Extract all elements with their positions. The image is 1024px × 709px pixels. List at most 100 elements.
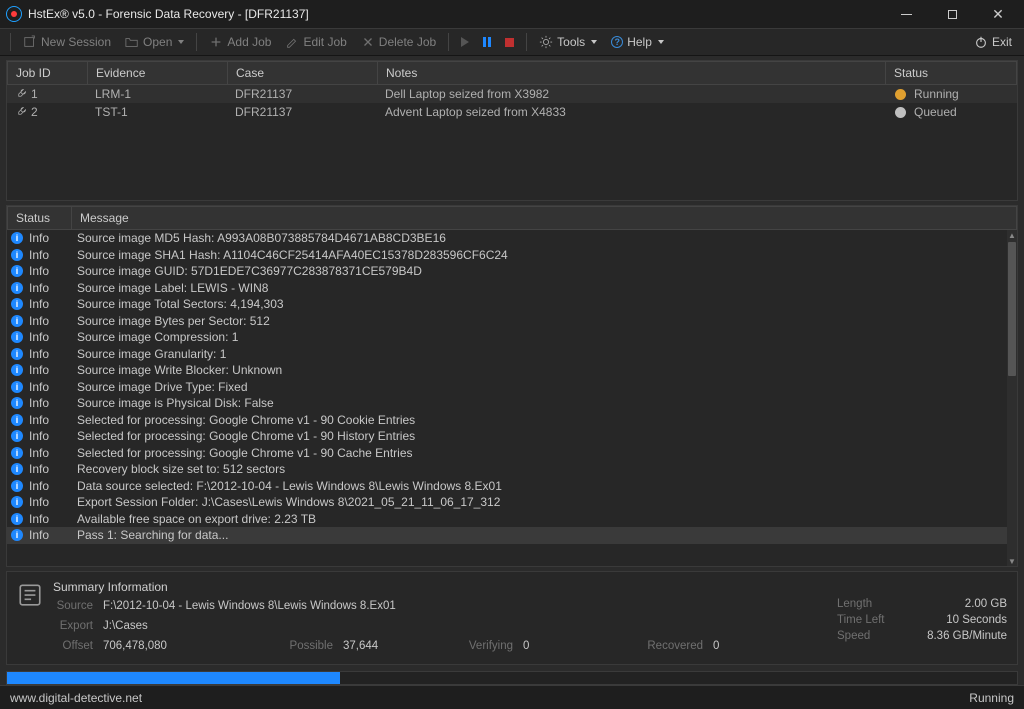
log-status: Info	[29, 528, 77, 542]
log-row[interactable]: iInfoSource image GUID: 57D1EDE7C36977C2…	[7, 263, 1007, 280]
help-label: Help	[627, 35, 652, 49]
info-icon: i	[11, 232, 23, 244]
col-log-status[interactable]: Status	[8, 207, 72, 229]
x-icon	[361, 35, 375, 49]
tools-menu[interactable]: Tools	[533, 32, 603, 52]
maximize-icon	[948, 10, 957, 19]
job-status: Running	[914, 87, 959, 101]
minimize-button[interactable]	[892, 4, 920, 24]
log-row[interactable]: iInfoSource image Total Sectors: 4,194,3…	[7, 296, 1007, 313]
log-row[interactable]: iInfoSource image SHA1 Hash: A1104C46CF2…	[7, 247, 1007, 264]
log-message: Source image Bytes per Sector: 512	[77, 314, 270, 328]
log-row[interactable]: iInfoSource image is Physical Disk: Fals…	[7, 395, 1007, 412]
log-message: Source image Label: LEWIS - WIN8	[77, 281, 268, 295]
open-button[interactable]: Open	[119, 32, 190, 52]
log-row[interactable]: iInfoExport Session Folder: J:\Cases\Lew…	[7, 494, 1007, 511]
log-row[interactable]: i InfoSource image Label: LEWIS - WIN8	[7, 280, 1007, 297]
recovered-value: 0	[713, 640, 719, 652]
log-message: Source image Compression: 1	[77, 330, 238, 344]
delete-job-button[interactable]: Delete Job	[355, 32, 442, 52]
scroll-down-icon[interactable]: ▼	[1007, 556, 1017, 566]
info-icon: i	[11, 331, 23, 343]
job-notes: Dell Laptop seized from X3982	[385, 87, 549, 101]
job-row[interactable]: 2TST-1DFR21137Advent Laptop seized from …	[7, 103, 1017, 121]
log-row[interactable]: iInfoSelected for processing: Google Chr…	[7, 412, 1007, 429]
pencil-icon	[285, 35, 299, 49]
log-message: Source image Total Sectors: 4,194,303	[77, 297, 284, 311]
scroll-up-icon[interactable]: ▲	[1007, 230, 1017, 240]
new-session-button[interactable]: New Session	[17, 32, 117, 52]
timeleft-value: 10 Seconds	[946, 614, 1007, 626]
edit-job-button[interactable]: Edit Job	[279, 32, 352, 52]
log-message: Selected for processing: Google Chrome v…	[77, 413, 415, 427]
log-row[interactable]: iInfoRecovery block size set to: 512 sec…	[7, 461, 1007, 478]
log-status: Info	[29, 231, 77, 245]
summary-panel: Summary Information Source F:\2012-10-04…	[6, 571, 1018, 665]
log-row[interactable]: iInfoSource image Drive Type: Fixed	[7, 379, 1007, 396]
info-icon: i	[11, 348, 23, 360]
log-row[interactable]: iInfoSource image Compression: 1	[7, 329, 1007, 346]
maximize-button[interactable]	[938, 4, 966, 24]
col-status[interactable]: Status	[886, 62, 1016, 84]
log-message: Selected for processing: Google Chrome v…	[77, 429, 415, 443]
status-dot-icon	[895, 107, 906, 118]
wrench-icon	[15, 106, 27, 118]
info-icon: i	[11, 282, 23, 294]
job-notes: Advent Laptop seized from X4833	[385, 105, 566, 119]
help-menu[interactable]: ? Help	[605, 32, 670, 52]
wrench-icon	[15, 88, 27, 100]
chevron-down-icon	[178, 40, 184, 44]
close-button[interactable]: ✕	[984, 4, 1012, 24]
chevron-down-icon	[658, 40, 664, 44]
possible-value: 37,644	[343, 640, 463, 652]
job-row[interactable]: 1LRM-1DFR21137Dell Laptop seized from X3…	[7, 85, 1017, 103]
offset-value: 706,478,080	[103, 640, 283, 652]
info-icon: i	[11, 480, 23, 492]
log-status: Info	[29, 281, 77, 295]
log-message: Selected for processing: Google Chrome v…	[77, 446, 413, 460]
col-evidence[interactable]: Evidence	[88, 62, 228, 84]
app-icon	[6, 6, 22, 22]
info-icon: i	[11, 447, 23, 459]
log-row[interactable]: iInfoSource image Bytes per Sector: 512	[7, 313, 1007, 330]
log-row[interactable]: iInfoSource image MD5 Hash: A993A08B0738…	[7, 230, 1007, 247]
summary-icon	[17, 582, 43, 608]
col-notes[interactable]: Notes	[378, 62, 886, 84]
statusbar: www.digital-detective.net Running	[0, 685, 1024, 709]
log-message: Source image SHA1 Hash: A1104C46CF25414A…	[77, 248, 508, 262]
pause-button[interactable]	[477, 34, 497, 50]
col-log-message[interactable]: Message	[72, 207, 1016, 229]
info-icon: i	[11, 315, 23, 327]
play-button[interactable]	[455, 34, 475, 50]
source-value: F:\2012-10-04 - Lewis Windows 8\Lewis Wi…	[103, 600, 396, 612]
stop-button[interactable]	[499, 35, 520, 50]
col-job-id[interactable]: Job ID	[8, 62, 88, 84]
log-row[interactable]: iInfoSource image Granularity: 1	[7, 346, 1007, 363]
log-status: Info	[29, 413, 77, 427]
speed-value: 8.36 GB/Minute	[927, 630, 1007, 642]
log-row[interactable]: iInfoAvailable free space on export driv…	[7, 511, 1007, 528]
jobs-header: Job ID Evidence Case Notes Status	[7, 61, 1017, 85]
job-case: DFR21137	[235, 87, 292, 101]
info-icon: i	[11, 249, 23, 261]
info-icon: i	[11, 381, 23, 393]
add-job-button[interactable]: Add Job	[203, 32, 277, 52]
log-row[interactable]: iInfoSource image Write Blocker: Unknown	[7, 362, 1007, 379]
speed-label: Speed	[837, 630, 870, 642]
log-status: Info	[29, 446, 77, 460]
log-row[interactable]: i InfoSelected for processing: Google Chr…	[7, 445, 1007, 462]
log-row[interactable]: iInfoData source selected: F:\2012-10-04…	[7, 478, 1007, 495]
log-scrollbar[interactable]: ▲ ▼	[1007, 230, 1017, 566]
log-row[interactable]: iInfoPass 1: Searching for data...	[7, 527, 1007, 544]
exit-button[interactable]: Exit	[968, 32, 1018, 52]
log-message: Export Session Folder: J:\Cases\Lewis Wi…	[77, 495, 500, 509]
pause-icon	[483, 37, 491, 47]
info-icon: i	[11, 463, 23, 475]
col-case[interactable]: Case	[228, 62, 378, 84]
job-evidence: LRM-1	[95, 87, 131, 101]
log-status: Info	[29, 380, 77, 394]
source-label: Source	[53, 600, 103, 612]
stop-icon	[505, 38, 514, 47]
possible-label: Possible	[283, 640, 343, 652]
log-row[interactable]: iInfoSelected for processing: Google Chr…	[7, 428, 1007, 445]
